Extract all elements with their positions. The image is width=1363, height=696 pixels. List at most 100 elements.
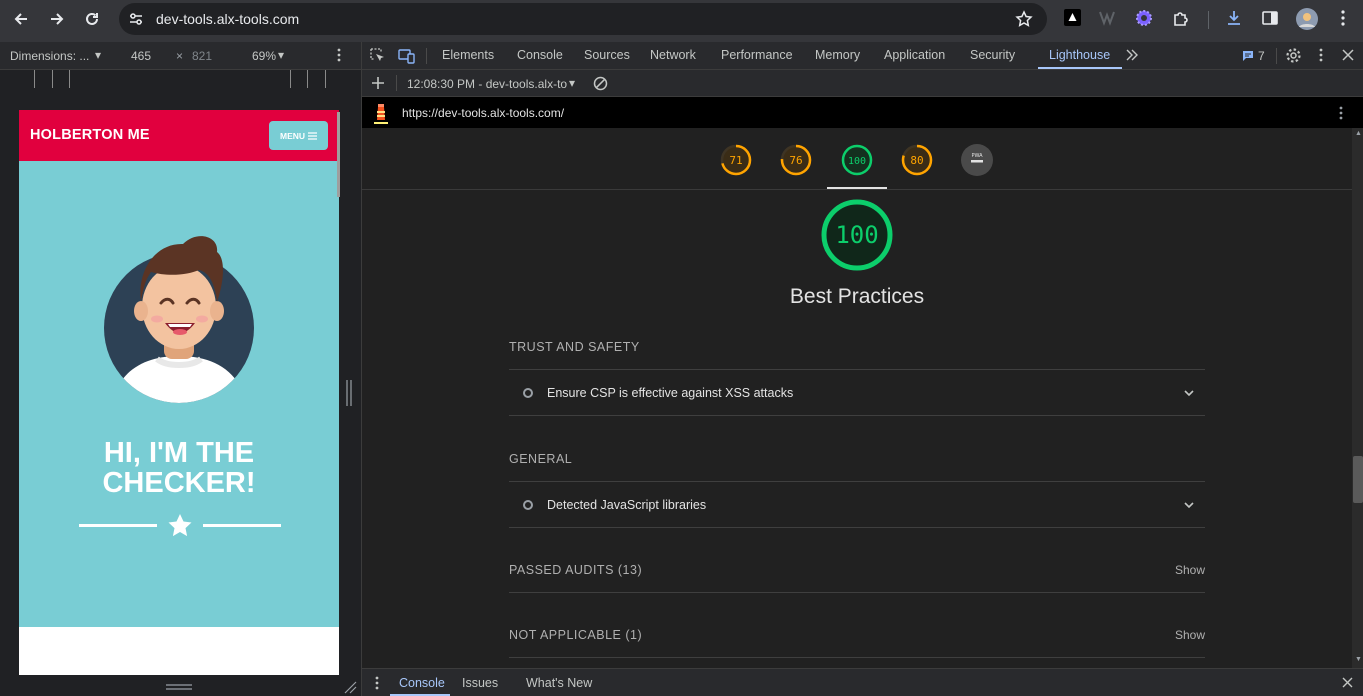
not-applicable-row[interactable]: NOT APPLICABLE (1) Show: [509, 614, 1205, 658]
forward-arrow-icon[interactable]: [45, 7, 69, 31]
zoom-dropdown[interactable]: 69%: [252, 49, 276, 63]
tab-network[interactable]: Network: [650, 48, 696, 62]
more-tabs-chevron-icon[interactable]: [1125, 48, 1139, 62]
hero-section: HI, I'M THE CHECKER!: [19, 161, 339, 627]
toolbar-divider: [1208, 11, 1209, 29]
gauge-best-practices[interactable]: 100: [841, 144, 873, 176]
dimensions-dropdown[interactable]: Dimensions: ...: [10, 49, 89, 63]
device-toggle-icon[interactable]: [398, 48, 415, 64]
wappalyzer-icon[interactable]: [1099, 9, 1117, 26]
device-more-icon[interactable]: [333, 47, 345, 63]
report-selector-caret-icon[interactable]: ▾: [569, 76, 575, 90]
tab-elements[interactable]: Elements: [442, 48, 494, 62]
drawer-tab-issues[interactable]: Issues: [462, 676, 498, 690]
hero-title-line-2: CHECKER!: [102, 467, 256, 499]
scroll-down-arrow-icon[interactable]: ▼: [1355, 656, 1362, 663]
settings-gear-icon[interactable]: [1285, 47, 1302, 64]
divider-line-right: [203, 524, 281, 527]
close-devtools-icon[interactable]: [1342, 49, 1354, 61]
gauge-performance[interactable]: 71: [720, 144, 752, 176]
media-query-ruler[interactable]: [0, 70, 361, 90]
issues-message-icon[interactable]: [1242, 50, 1254, 62]
viewport-resize-corner[interactable]: [343, 680, 357, 694]
audit-row-js-libraries[interactable]: Detected JavaScript libraries: [509, 481, 1205, 528]
report-url[interactable]: https://dev-tools.alx-tools.com/: [402, 106, 564, 120]
address-bar[interactable]: dev-tools.alx-tools.com: [119, 3, 1047, 35]
lighthouse-toolbar: 12:08:30 PM - dev-tools.alx-to ▾: [362, 70, 1363, 97]
site-logo[interactable]: HOLBERTON ME: [30, 127, 150, 143]
site-info-icon[interactable]: [128, 11, 144, 27]
report-scrollbar[interactable]: ▲ ▼: [1352, 128, 1363, 668]
chrome-menu-icon[interactable]: [1334, 9, 1352, 27]
emulated-viewport: HOLBERTON ME MENU HI, I'M THE CHECKER!: [19, 110, 339, 675]
bookmark-star-icon[interactable]: [1015, 10, 1033, 28]
gauge-best-practices-score: 100: [848, 156, 866, 167]
inspect-element-icon[interactable]: [370, 48, 386, 64]
device-toolbar: Dimensions: ... ▾ 465 × 821 69% ▾: [0, 42, 361, 70]
new-report-plus-icon[interactable]: [371, 76, 385, 90]
gauge-accessibility[interactable]: 76: [780, 144, 812, 176]
back-arrow-icon[interactable]: [9, 7, 33, 31]
report-selector[interactable]: 12:08:30 PM - dev-tools.alx-to: [407, 77, 567, 91]
gear-flower-icon[interactable]: [1135, 9, 1153, 27]
side-panel-icon[interactable]: [1261, 9, 1279, 27]
category-score-gauge: 100: [821, 199, 893, 271]
hamburger-icon: [308, 131, 318, 140]
tab-lighthouse[interactable]: Lighthouse: [1049, 48, 1110, 62]
tab-divider: [1276, 48, 1277, 64]
profile-avatar[interactable]: [1296, 8, 1318, 30]
download-icon[interactable]: [1225, 9, 1243, 27]
not-applicable-label: NOT APPLICABLE (1): [509, 628, 643, 642]
informative-circle-icon: [523, 500, 533, 510]
menu-button[interactable]: MENU: [269, 121, 328, 150]
site-header: HOLBERTON ME MENU: [19, 110, 339, 161]
avatar-illustration: [104, 236, 254, 403]
reload-icon[interactable]: [80, 7, 104, 31]
not-applicable-show-button[interactable]: Show: [1175, 628, 1205, 642]
audit-title: Detected JavaScript libraries: [547, 498, 707, 512]
divider-line-left: [79, 524, 157, 527]
passed-audits-show-button[interactable]: Show: [1175, 563, 1205, 577]
report-menu-icon[interactable]: [1336, 105, 1346, 121]
chevron-down-icon[interactable]: [1183, 499, 1195, 511]
close-drawer-icon[interactable]: [1342, 677, 1353, 688]
scrollbar-thumb[interactable]: [1353, 456, 1363, 503]
viewport-scrollbar-thumb[interactable]: [337, 112, 340, 197]
chevron-down-icon[interactable]: [1183, 387, 1195, 399]
lighthouse-report: 71 76 100 80 PWA 100 Best Practices TRUS…: [362, 128, 1352, 668]
tab-console[interactable]: Console: [517, 48, 563, 62]
gauge-pwa[interactable]: PWA: [961, 144, 993, 176]
address-url[interactable]: dev-tools.alx-tools.com: [156, 11, 299, 27]
viewport-resize-handle-bottom[interactable]: [166, 683, 192, 691]
audit-row-csp[interactable]: Ensure CSP is effective against XSS atta…: [509, 369, 1205, 416]
width-field[interactable]: 465: [131, 49, 151, 63]
informative-circle-icon: [523, 388, 533, 398]
tab-application[interactable]: Application: [884, 48, 945, 62]
gauge-seo[interactable]: 80: [901, 144, 933, 176]
tab-security[interactable]: Security: [970, 48, 1015, 62]
tab-memory[interactable]: Memory: [815, 48, 860, 62]
passed-audits-row[interactable]: PASSED AUDITS (13) Show: [509, 549, 1205, 593]
issues-count[interactable]: 7: [1258, 49, 1265, 63]
extensions-puzzle-icon[interactable]: [1172, 9, 1190, 27]
drawer-tab-console[interactable]: Console: [399, 676, 445, 690]
zoom-caret-icon[interactable]: ▾: [278, 48, 284, 62]
clear-reports-icon[interactable]: [593, 76, 608, 91]
drawer-tab-whats-new[interactable]: What's New: [526, 676, 592, 690]
devtools-menu-icon[interactable]: [1316, 47, 1326, 63]
dimensions-caret-icon[interactable]: ▾: [95, 48, 101, 62]
tab-sources[interactable]: Sources: [584, 48, 630, 62]
gauge-performance-score: 71: [729, 154, 742, 167]
height-field[interactable]: 821: [192, 49, 212, 63]
category-score: 100: [835, 221, 878, 249]
gauge-seo-score: 80: [910, 154, 923, 167]
dark-reader-icon[interactable]: [1064, 9, 1081, 26]
drawer-menu-icon[interactable]: [373, 675, 381, 691]
browser-toolbar: dev-tools.alx-tools.com: [0, 0, 1363, 42]
tab-performance[interactable]: Performance: [721, 48, 793, 62]
scroll-up-arrow-icon[interactable]: ▲: [1355, 130, 1362, 137]
devtools-drawer: Console Issues What's New: [362, 668, 1363, 696]
dimension-separator: ×: [176, 49, 184, 63]
tab-divider: [426, 48, 427, 64]
viewport-resize-handle-right[interactable]: [345, 380, 353, 406]
